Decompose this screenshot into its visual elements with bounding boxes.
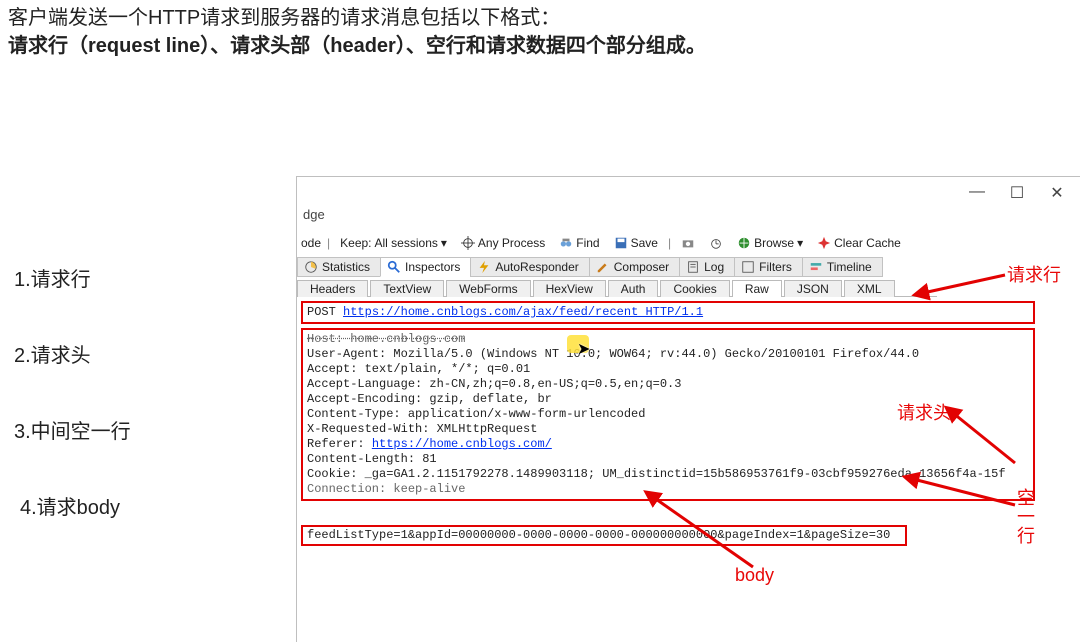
request-body-box: feedListType=1&appId=00000000-0000-0000-… (301, 525, 907, 546)
camera-button[interactable] (677, 234, 699, 252)
timer-button[interactable] (705, 234, 727, 252)
toolbar-ode-text: ode (301, 236, 321, 250)
stats-icon (304, 260, 318, 274)
tab-autoresponder[interactable]: AutoResponder (470, 257, 589, 277)
chevron-down-icon: ▾ (441, 236, 447, 250)
subtab-cookies[interactable]: Cookies (660, 280, 729, 297)
subtab-webforms[interactable]: WebForms (446, 280, 530, 297)
tab-inspectors[interactable]: Inspectors (380, 257, 471, 277)
hdr-content-length: Content-Length: 81 (307, 452, 1029, 467)
toolbar-sep2: | (668, 236, 671, 250)
clear-cache-label: Clear Cache (834, 236, 901, 250)
subtab-json[interactable]: JSON (784, 280, 842, 297)
tab-autoresponder-label: AutoResponder (495, 260, 578, 274)
hdr-referer: Referer: https://home.cnblogs.com/ (307, 437, 1029, 452)
save-button[interactable]: Save (610, 234, 662, 252)
binoculars-icon (559, 236, 573, 250)
subtab-xml[interactable]: XML (844, 280, 895, 297)
keep-label: Keep: (340, 236, 371, 250)
subtab-textview[interactable]: TextView (370, 280, 444, 297)
window-title-fragment: dge (303, 207, 325, 222)
request-method: POST (307, 305, 336, 319)
app-window: — ☐ ✕ dge ode | Keep: All sessions ▾ Any… (296, 176, 1080, 642)
annot-blank-text: 空一行 (1017, 489, 1039, 546)
tab-timeline-label: Timeline (827, 260, 872, 274)
find-label: Find (576, 236, 599, 250)
hdr-user-agent: User-Agent: Mozilla/5.0 (Windows NT 10.0… (307, 347, 1029, 362)
left-labels: 1.请求行 2.请求头 3.中间空一行 4.请求body (14, 270, 131, 574)
hdr-host: Host: home.cnblogs.com (307, 332, 1029, 347)
browse-label: Browse (754, 236, 794, 250)
minimize-button[interactable]: — (968, 183, 986, 203)
tab-inspectors-label: Inspectors (405, 260, 460, 274)
bolt-icon (477, 260, 491, 274)
filter-icon (741, 260, 755, 274)
target-icon (461, 236, 475, 250)
save-label: Save (631, 236, 658, 250)
tab-statistics-label: Statistics (322, 260, 370, 274)
log-icon (686, 260, 700, 274)
intro-line1: 客户端发送一个HTTP请求到服务器的请求消息包括以下格式： (8, 4, 1072, 32)
toolbar-sep: | (327, 236, 330, 250)
camera-icon (681, 236, 695, 250)
clock-icon (709, 236, 723, 250)
magnifier-icon (387, 260, 401, 274)
tab-log[interactable]: Log (679, 257, 735, 277)
subtab-auth[interactable]: Auth (608, 280, 659, 297)
subtab-raw[interactable]: Raw (732, 280, 782, 297)
timeline-icon (809, 260, 823, 274)
annot-body: body (735, 565, 774, 586)
mouse-cursor-icon: ➤ (577, 339, 590, 359)
annot-blank-line: 空一行 (1017, 489, 1039, 546)
request-body-text: feedListType=1&appId=00000000-0000-0000-… (307, 528, 890, 542)
hdr-referer-label: Referer: (307, 437, 372, 451)
tab-timeline[interactable]: Timeline (802, 257, 883, 277)
close-button[interactable]: ✕ (1048, 183, 1066, 203)
save-icon (614, 236, 628, 250)
maximize-button[interactable]: ☐ (1008, 183, 1026, 203)
find-button[interactable]: Find (555, 234, 603, 252)
hdr-cookie: Cookie: _ga=GA1.2.1151792278.1489903118;… (307, 467, 1029, 482)
browse-button[interactable]: Browse ▾ (733, 234, 807, 252)
clear-cache-icon (817, 236, 831, 250)
window-controls: — ☐ ✕ (968, 183, 1066, 203)
annot-request-line: 请求行 (1007, 261, 1061, 287)
tab-filters[interactable]: Filters (734, 257, 803, 277)
pencil-icon (596, 260, 610, 274)
tab-composer-label: Composer (614, 260, 669, 274)
left-label-4: 4.请求body (14, 498, 131, 518)
keep-value: All sessions (375, 236, 438, 250)
chevron-down-icon: ▾ (797, 236, 803, 250)
left-label-1: 1.请求行 (14, 270, 131, 290)
toolbar: ode | Keep: All sessions ▾ Any Process F… (297, 231, 905, 255)
any-process-label: Any Process (478, 236, 545, 250)
browser-icon (737, 236, 751, 250)
left-label-2: 2.请求头 (14, 346, 131, 366)
main-tabs: Statistics Inspectors AutoResponder Comp… (297, 257, 882, 277)
tab-statistics[interactable]: Statistics (297, 257, 381, 277)
subtab-headers[interactable]: Headers (297, 280, 368, 297)
hdr-accept: Accept: text/plain, */*; q=0.01 (307, 362, 1029, 377)
tab-filters-label: Filters (759, 260, 792, 274)
hdr-connection: Connection: keep-alive (307, 482, 1029, 497)
hdr-referer-url[interactable]: https://home.cnblogs.com/ (372, 437, 552, 451)
subtab-hexview[interactable]: HexView (533, 280, 606, 297)
clear-cache-button[interactable]: Clear Cache (813, 234, 905, 252)
tab-composer[interactable]: Composer (589, 257, 680, 277)
request-url[interactable]: https://home.cnblogs.com/ajax/feed/recen… (343, 305, 703, 319)
any-process-button[interactable]: Any Process (457, 234, 549, 252)
intro-block: 客户端发送一个HTTP请求到服务器的请求消息包括以下格式： 请求行（reques… (0, 0, 1080, 60)
keep-sessions-dropdown[interactable]: Keep: All sessions ▾ (336, 234, 451, 252)
inspector-subtabs: Headers TextView WebForms HexView Auth C… (297, 279, 937, 297)
left-label-3: 3.中间空一行 (14, 422, 131, 442)
annot-request-head: 请求头 (897, 399, 951, 425)
request-line-box: POST https://home.cnblogs.com/ajax/feed/… (301, 301, 1035, 324)
hdr-accept-language: Accept-Language: zh-CN,zh;q=0.8,en-US;q=… (307, 377, 1029, 392)
tab-log-label: Log (704, 260, 724, 274)
intro-line2: 请求行（request line）、请求头部（header）、空行和请求数据四个… (8, 32, 1072, 60)
